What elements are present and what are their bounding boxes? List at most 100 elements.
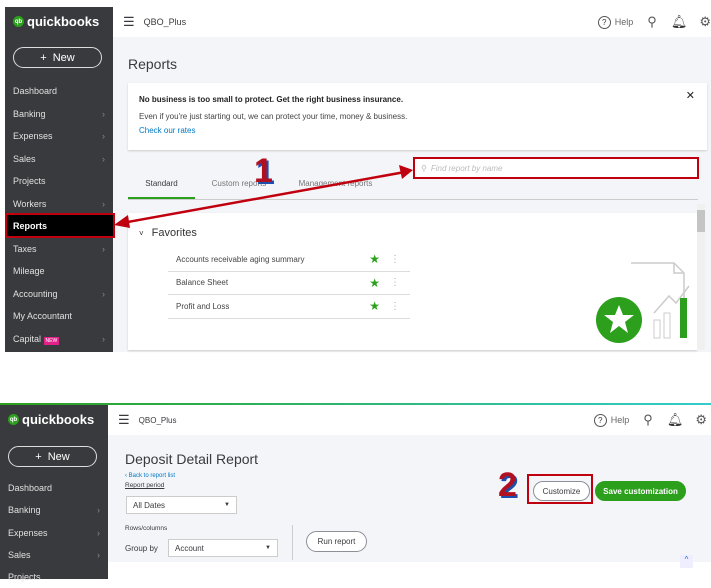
sidebar-item-label: Workers bbox=[13, 198, 47, 209]
search-icon[interactable]: ⚲ bbox=[643, 412, 653, 428]
sidebar-item-capital[interactable]: Capital NEW › bbox=[5, 328, 113, 351]
group-by-select[interactable]: Account ▼ bbox=[168, 539, 278, 557]
plus-icon: + bbox=[40, 51, 47, 64]
hamburger-menu-icon[interactable]: ☰ bbox=[123, 14, 135, 30]
help-icon[interactable]: ? bbox=[597, 15, 611, 29]
sidebar-item-banking[interactable]: Banking › bbox=[5, 103, 113, 126]
sidebar-item-projects[interactable]: Projects bbox=[0, 566, 108, 588]
sidebar-item-label: Dashboard bbox=[13, 86, 58, 97]
notification-bell-icon[interactable]: 🔔︎ bbox=[671, 14, 688, 30]
sidebar-item-expenses[interactable]: Expenses › bbox=[0, 522, 108, 544]
chevron-right-icon: › bbox=[97, 505, 100, 516]
rows-columns-label: Rows/columns bbox=[125, 525, 168, 532]
group-by-value: Account bbox=[175, 543, 204, 553]
page-title: Deposit Detail Report bbox=[125, 451, 259, 467]
report-name[interactable]: Profit and Loss bbox=[176, 302, 369, 311]
favorite-report-row[interactable]: Profit and Loss ★ ⋮ bbox=[168, 295, 410, 319]
plus-icon: + bbox=[35, 450, 42, 463]
run-report-button[interactable]: Run report bbox=[306, 531, 367, 552]
logo-text: quickbooks bbox=[22, 412, 95, 427]
kebab-menu-icon[interactable]: ⋮ bbox=[390, 301, 400, 312]
qb-logo-icon: qb bbox=[13, 16, 24, 27]
star-icon[interactable]: ★ bbox=[369, 276, 380, 290]
sidebar-item-mileage[interactable]: Mileage bbox=[5, 260, 113, 283]
company-name: QBO_Plus bbox=[138, 415, 177, 425]
sidebar-item-sales[interactable]: Sales › bbox=[5, 148, 113, 171]
sidebar-item-label: Projects bbox=[8, 572, 41, 583]
chevron-right-icon: › bbox=[97, 550, 100, 561]
close-icon[interactable]: ✕ bbox=[686, 89, 695, 103]
report-name[interactable]: Accounts receivable aging summary bbox=[176, 255, 369, 264]
report-period-value: All Dates bbox=[133, 500, 166, 510]
chevron-right-icon: › bbox=[102, 333, 105, 344]
sidebar-item-sales[interactable]: Sales › bbox=[0, 544, 108, 566]
sidebar-item-accounting[interactable]: Accounting › bbox=[5, 283, 113, 306]
sidebar-item-expenses[interactable]: Expenses › bbox=[5, 125, 113, 148]
sidebar-item-banking[interactable]: Banking › bbox=[0, 499, 108, 521]
insurance-banner: No business is too small to protect. Get… bbox=[128, 83, 707, 150]
sidebar-item-label: Dashboard bbox=[8, 483, 53, 494]
dropdown-caret-icon: ▼ bbox=[224, 502, 230, 508]
star-icon[interactable]: ★ bbox=[369, 252, 380, 266]
top-header: ☰ QBO_Plus ? Help ⚲ 🔔︎ ⚙ bbox=[113, 7, 711, 37]
sidebar-item-label: Expenses bbox=[8, 527, 48, 538]
sidebar-item-dashboard[interactable]: Dashboard bbox=[5, 80, 113, 103]
sidebar-item-label: Taxes bbox=[13, 243, 37, 254]
chevron-right-icon: › bbox=[102, 131, 105, 142]
hamburger-menu-icon[interactable]: ☰ bbox=[118, 412, 130, 428]
sidebar-item-workers[interactable]: Workers › bbox=[5, 193, 113, 216]
sidebar-item-label: Capital bbox=[13, 333, 42, 344]
scrollbar[interactable] bbox=[697, 204, 705, 350]
sidebar-item-label: Banking bbox=[8, 505, 41, 516]
step-number-2: 2 bbox=[498, 466, 517, 504]
new-button[interactable]: + New bbox=[8, 446, 97, 467]
save-customization-button[interactable]: Save customization bbox=[595, 481, 686, 501]
sidebar-item-projects[interactable]: Projects bbox=[5, 170, 113, 193]
help-label[interactable]: Help bbox=[611, 415, 630, 425]
sidebar-item-dashboard[interactable]: Dashboard bbox=[0, 477, 108, 499]
chevron-right-icon: › bbox=[102, 288, 105, 299]
top-header: ☰ QBO_Plus ? Help ⚲ 🔔︎ ⚙ bbox=[108, 405, 711, 435]
chevron-right-icon: › bbox=[97, 527, 100, 538]
favorite-report-row[interactable]: Accounts receivable aging summary ★ ⋮ bbox=[168, 248, 410, 272]
scroll-to-top-icon[interactable]: ^ bbox=[680, 555, 693, 568]
new-label: New bbox=[47, 450, 70, 463]
search-placeholder: Find report by name bbox=[430, 163, 503, 173]
qb-logo-icon: qb bbox=[8, 414, 19, 425]
check-rates-link[interactable]: Check our rates bbox=[139, 126, 195, 135]
page-title: Reports bbox=[128, 56, 178, 72]
star-icon[interactable]: ★ bbox=[369, 299, 380, 313]
quickbooks-logo[interactable]: qb quickbooks bbox=[13, 14, 99, 29]
chevron-right-icon: › bbox=[102, 108, 105, 119]
dropdown-caret-icon: ▼ bbox=[265, 545, 271, 551]
customize-button[interactable]: Customize bbox=[533, 481, 590, 501]
vertical-divider bbox=[292, 525, 293, 560]
favorite-report-row[interactable]: Balance Sheet ★ ⋮ bbox=[168, 272, 410, 295]
reports-highlight-box bbox=[5, 213, 115, 238]
reports-illustration bbox=[596, 262, 690, 343]
chevron-right-icon: › bbox=[102, 243, 105, 254]
report-name[interactable]: Balance Sheet bbox=[176, 278, 369, 287]
sidebar-item-label: Sales bbox=[8, 550, 31, 561]
notification-bell-icon[interactable]: 🔔︎ bbox=[667, 412, 684, 428]
scrollbar-thumb[interactable] bbox=[697, 210, 705, 232]
logo-text: quickbooks bbox=[27, 14, 100, 29]
sidebar-item-taxes[interactable]: Taxes › bbox=[5, 238, 113, 261]
sidebar: qb quickbooks + New Dashboard Banking › Expe… bbox=[5, 7, 113, 352]
report-period-select[interactable]: All Dates ▼ bbox=[126, 496, 237, 514]
search-icon[interactable]: ⚲ bbox=[647, 14, 657, 30]
gear-icon[interactable]: ⚙ bbox=[699, 14, 711, 30]
sidebar-item-label: Expenses bbox=[13, 131, 53, 142]
help-label[interactable]: Help bbox=[615, 17, 634, 27]
gear-icon[interactable]: ⚙ bbox=[695, 412, 707, 428]
sidebar-item-my-accountant[interactable]: My Accountant bbox=[5, 305, 113, 328]
kebab-menu-icon[interactable]: ⋮ bbox=[390, 277, 400, 288]
new-button[interactable]: + New bbox=[13, 47, 102, 68]
help-icon[interactable]: ? bbox=[593, 413, 607, 427]
step-number-1: 1 bbox=[254, 152, 273, 190]
sidebar-item-label: Mileage bbox=[13, 266, 45, 277]
report-period-label: Report period bbox=[125, 482, 165, 489]
kebab-menu-icon[interactable]: ⋮ bbox=[390, 254, 400, 265]
quickbooks-logo[interactable]: qb quickbooks bbox=[8, 412, 94, 427]
back-to-report-list-link[interactable]: ‹ Back to report list bbox=[125, 473, 175, 479]
